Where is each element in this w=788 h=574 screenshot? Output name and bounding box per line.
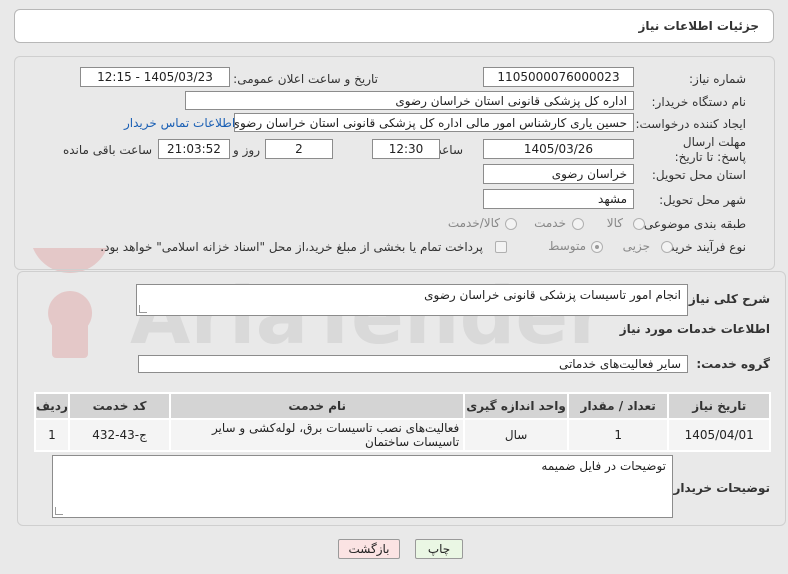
announce-datetime-field: 1405/03/23 - 12:15 xyxy=(80,67,230,87)
category-radio-goods[interactable] xyxy=(633,218,645,230)
category-radio-service[interactable] xyxy=(572,218,584,230)
resize-handle-icon[interactable] xyxy=(55,507,63,515)
table-row: 1405/04/01 1 سال فعالیت‌های نصب تاسیسات … xyxy=(34,418,771,452)
page-header: جزئیات اطلاعات نیاز xyxy=(14,9,774,43)
process-label: نوع فرآیند خرید : xyxy=(661,240,746,254)
announce-label: تاریخ و ساعت اعلان عمومی: xyxy=(233,72,378,86)
city-label: شهر محل تحویل: xyxy=(659,193,746,207)
category-option-goods: کالا xyxy=(606,216,623,230)
province-label: استان محل تحویل: xyxy=(651,168,746,182)
province-field: خراسان رضوی xyxy=(483,164,634,184)
buyer-label: نام دستگاه خریدار: xyxy=(651,95,747,109)
treasury-payment-note: پرداخت تمام یا بخشی از مبلغ خرید،از محل … xyxy=(100,240,483,254)
remaining-time-label: ساعت باقی مانده xyxy=(62,143,152,157)
services-section-title: اطلاعات خدمات مورد نیاز xyxy=(619,322,770,336)
treasury-payment-checkbox[interactable] xyxy=(495,241,507,253)
process-option-medium: متوسط xyxy=(548,239,586,253)
buyer-notes-field: توضیحات در فایل ضمیمه xyxy=(52,455,673,518)
buyer-notes-label: توضیحات خریدار: xyxy=(668,481,770,495)
services-table: تاریخ نیاز تعداد / مقدار واحد اندازه گیر… xyxy=(34,392,771,452)
col-quantity: تعداد / مقدار xyxy=(566,392,670,420)
col-need-date: تاریخ نیاز xyxy=(667,392,771,420)
cell-service-name: فعالیت‌های نصب تاسیسات برق، لوله‌کشی و س… xyxy=(169,418,466,452)
deadline-time-field: 12:30 xyxy=(372,139,440,159)
days-remaining-field: 2 xyxy=(265,139,333,159)
creator-field: حسین یاری کارشناس امور مالی اداره کل پزش… xyxy=(234,113,634,132)
buyer-notes-text: توضیحات در فایل ضمیمه xyxy=(541,459,666,473)
print-button[interactable]: چاپ xyxy=(415,539,463,559)
process-option-minor: جزیی xyxy=(622,239,650,253)
resize-handle-icon[interactable] xyxy=(139,305,147,313)
table-header-row: تاریخ نیاز تعداد / مقدار واحد اندازه گیر… xyxy=(34,392,771,420)
days-label: روز و xyxy=(233,143,260,157)
description-label: شرح کلی نیاز: xyxy=(684,292,770,306)
buyer-contact-link[interactable]: اطلاعات تماس خریدار xyxy=(124,116,235,130)
service-group-label: گروه خدمت: xyxy=(696,357,770,371)
cell-need-date: 1405/04/01 xyxy=(667,418,771,452)
city-field: مشهد xyxy=(483,189,634,209)
cell-row-number: 1 xyxy=(34,418,70,452)
creator-label: ایجاد کننده درخواست: xyxy=(635,117,746,131)
deadline-label: مهلت ارسال پاسخ: تا تاریخ: xyxy=(674,135,746,164)
col-unit: واحد اندازه گیری xyxy=(463,392,569,420)
description-field: انجام امور تاسیسات پزشکی قانونی خراسان ر… xyxy=(136,284,688,316)
category-radio-goods-service[interactable] xyxy=(505,218,517,230)
category-label: طبقه بندی موضوعی: xyxy=(639,217,746,231)
col-service-code: کد خدمت xyxy=(67,392,172,420)
need-info-panel xyxy=(14,56,775,270)
remaining-time-field: 21:03:52 xyxy=(158,139,230,159)
category-option-goods-service: کالا/خدمت xyxy=(447,216,500,230)
process-radio-minor[interactable] xyxy=(661,241,673,253)
page-title: جزئیات اطلاعات نیاز xyxy=(638,19,759,33)
process-radio-medium[interactable] xyxy=(591,241,603,253)
deadline-date-field: 1405/03/26 xyxy=(483,139,634,159)
cell-service-code: ج-43-432 xyxy=(67,418,172,452)
back-button[interactable]: بازگشت xyxy=(338,539,400,559)
category-option-service: خدمت xyxy=(534,216,566,230)
service-group-field: سایر فعالیت‌های خدماتی xyxy=(138,355,688,373)
buyer-field: اداره کل پزشکی قانونی استان خراسان رضوی xyxy=(185,91,634,110)
description-text: انجام امور تاسیسات پزشکی قانونی خراسان ر… xyxy=(424,288,681,302)
need-number-label: شماره نیاز: xyxy=(689,72,746,86)
need-number-field: 1105000076000023 xyxy=(483,67,634,87)
cell-unit: سال xyxy=(463,418,569,452)
cell-quantity: 1 xyxy=(566,418,670,452)
col-service-name: نام خدمت xyxy=(169,392,466,420)
col-row-number: ردیف xyxy=(34,392,70,420)
